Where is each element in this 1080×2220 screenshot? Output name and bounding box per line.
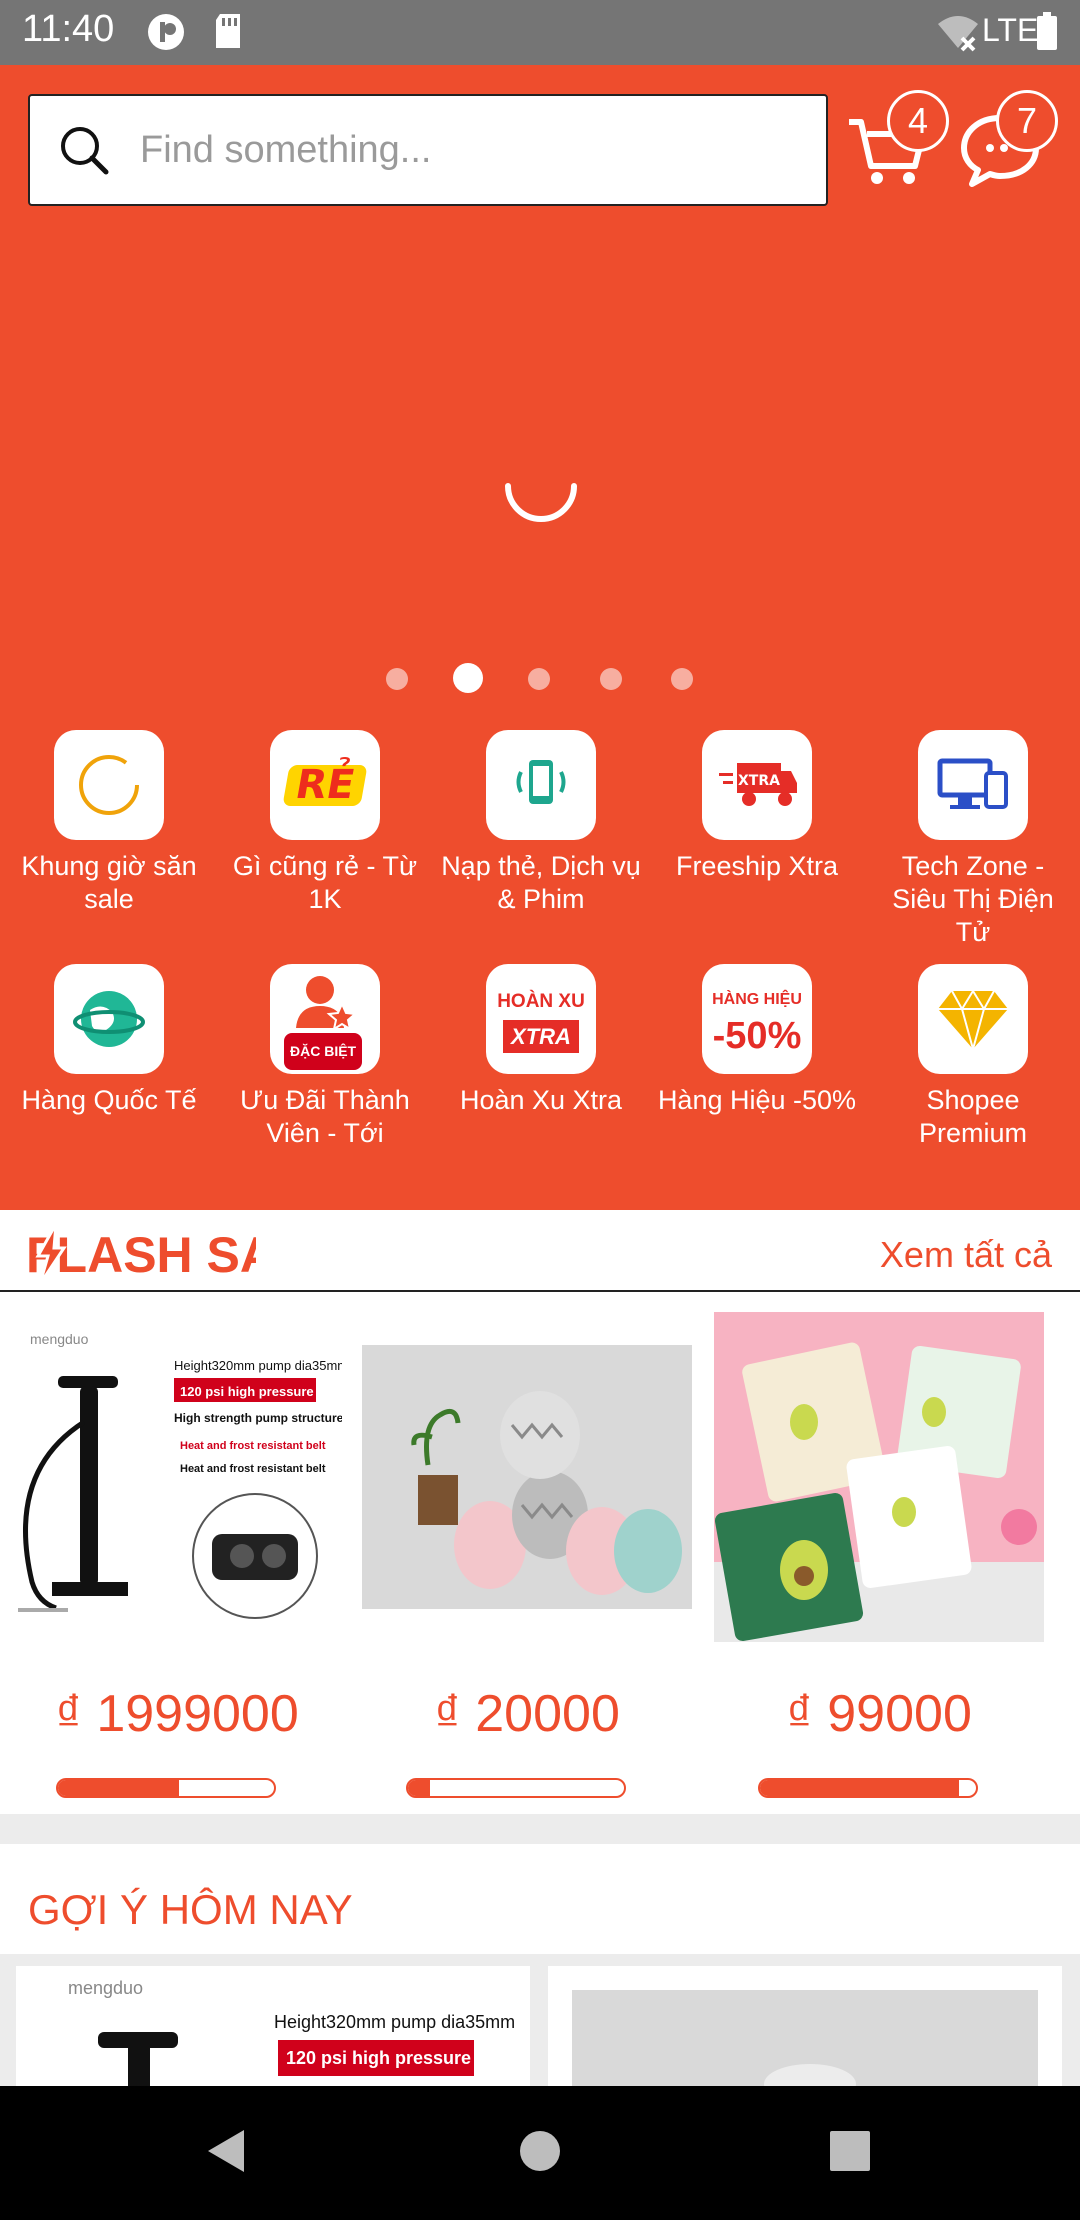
suggested-product-card[interactable]: mengduo Height320mm pump dia35mm 120 psi… [16, 1966, 530, 2086]
category-brand-discount[interactable]: HÀNG HIỆU -50% Hàng Hiệu -50% [657, 964, 857, 1117]
coin-back-icon: HOÀN XU XTRA [486, 964, 596, 1074]
notebooks-image [714, 1312, 1044, 1642]
wifi-off-icon [936, 12, 980, 57]
flash-sale-products: mengduo Height320mm pump dia35mm 120 psi… [0, 1294, 1080, 1814]
sd-card-icon [212, 12, 244, 55]
sold-progress-bar [56, 1778, 276, 1798]
battery-icon [1036, 12, 1058, 57]
category-label: Gì cũng rẻ - Từ 1K [232, 851, 418, 914]
category-label: Khung giờ săn sale [21, 851, 197, 914]
globe-icon [54, 964, 164, 1074]
category-label: Hàng Hiệu -50% [657, 1085, 857, 1115]
app-notification-icon [146, 12, 186, 57]
banner-dot-active[interactable] [453, 663, 483, 693]
home-icon [520, 2131, 560, 2171]
category-label: Nạp thẻ, Dịch vụ & Phim [441, 851, 641, 914]
back-icon [208, 2130, 244, 2172]
product-price: ₫ 99000 [786, 1685, 972, 1743]
category-cheap[interactable]: RẺ Gì cũng rẻ - Từ 1K [225, 730, 425, 916]
svg-text:mengduo: mengduo [30, 1331, 89, 1347]
banner-loading-spinner [498, 443, 584, 534]
banner-dot[interactable] [386, 668, 408, 690]
svg-text:Heat and frost resistant belt: Heat and frost resistant belt [180, 1463, 326, 1475]
svg-text:Heat and frost resistant belt: Heat and frost resistant belt [180, 1440, 326, 1452]
svg-text:Height320mm pump dia35mm: Height320mm pump dia35mm [174, 1358, 342, 1373]
category-label: Hoàn Xu Xtra [459, 1085, 623, 1115]
chat-count-badge: 7 [996, 90, 1058, 152]
banner-dot[interactable] [528, 668, 550, 690]
truck-icon: XTRA [702, 730, 812, 840]
svg-text:120 psi high pressure: 120 psi high pressure [286, 2048, 471, 2068]
section-divider [0, 1814, 1080, 1844]
recents-button[interactable] [828, 2126, 872, 2181]
category-international[interactable]: Hàng Quốc Tế [9, 964, 209, 1117]
home-header: Find something... 4 7 Khung giờ săn sale [0, 65, 1080, 1210]
suggested-product-card[interactable] [548, 1966, 1062, 2086]
home-button[interactable] [518, 2126, 562, 2181]
cart-button[interactable]: 4 [845, 90, 949, 195]
category-freeship[interactable]: XTRA Freeship Xtra [657, 730, 857, 883]
search-bar[interactable]: Find something... [28, 94, 828, 206]
category-member-deals[interactable]: ĐẶC BIỆT Ưu Đãi Thành Viên - Tới [225, 964, 425, 1150]
svg-text:mengduo: mengduo [68, 1978, 143, 1998]
search-placeholder: Find something... [140, 129, 432, 171]
category-premium[interactable]: Shopee Premium [873, 964, 1073, 1150]
daily-suggestions-title: GỢI Ý HÔM NAY [28, 1886, 353, 1933]
flash-sale-header: FLASH SALE Xem tất cả [0, 1210, 1080, 1292]
category-tech-zone[interactable]: Tech Zone - Siêu Thị Điện Tử [873, 730, 1073, 949]
flash-sale-logo: FLASH SALE [26, 1223, 340, 1289]
bike-pump-image: mengduo Height320mm pump dia35mm 120 psi… [12, 1312, 342, 1642]
cart-count-badge: 4 [887, 90, 949, 152]
diamond-icon [918, 964, 1028, 1074]
re-badge-icon: RẺ [270, 730, 380, 840]
bike-pump-image: mengduo Height320mm pump dia35mm 120 psi… [16, 1966, 530, 2086]
towels-image [362, 1345, 692, 1609]
daily-suggestions-grid: mengduo Height320mm pump dia35mm 120 psi… [0, 1954, 1080, 2086]
brand-discount-icon: HÀNG HIỆU -50% [702, 964, 812, 1074]
daily-suggestions-header: GỢI Ý HÔM NAY [0, 1844, 1080, 1954]
svg-text:120 psi high pressure: 120 psi high pressure [180, 1384, 314, 1399]
svg-text:XTRA: XTRA [738, 773, 780, 789]
svg-text:High strength pump structure: High strength pump structure [174, 1411, 342, 1425]
back-button[interactable] [204, 2126, 248, 2181]
banner-pagination [0, 663, 1080, 693]
category-coin-back[interactable]: HOÀN XU XTRA Hoàn Xu Xtra [441, 964, 641, 1117]
category-topup[interactable]: Nạp thẻ, Dịch vụ & Phim [441, 730, 641, 916]
product-price: ₫ 1999000 [55, 1685, 299, 1743]
status-bar: 11:40 LTE [0, 0, 1080, 65]
flash-product-card[interactable]: ₫ 20000 [362, 1312, 692, 1798]
category-label: Ưu Đãi Thành Viên - Tới [240, 1085, 410, 1148]
member-icon: ĐẶC BIỆT [270, 964, 380, 1074]
product-price: ₫ 20000 [434, 1685, 620, 1743]
clock: 11:40 [22, 8, 115, 50]
category-flash-hours[interactable]: Khung giờ săn sale [9, 730, 209, 916]
clock-icon [54, 730, 164, 840]
category-label: Tech Zone - Siêu Thị Điện Tử [892, 851, 1054, 947]
flash-product-card[interactable]: ₫ 99000 [714, 1312, 1044, 1798]
chat-button[interactable]: 7 [960, 90, 1058, 195]
network-type: LTE [982, 12, 1039, 48]
category-label: Freeship Xtra [675, 851, 839, 881]
see-all-link[interactable]: Xem tất cả [880, 1234, 1052, 1276]
sold-progress-bar [406, 1778, 626, 1798]
category-label: Shopee Premium [918, 1085, 1027, 1148]
search-icon [58, 124, 110, 181]
recents-icon [830, 2131, 870, 2171]
system-nav-bar [0, 2086, 1080, 2220]
phone-topup-icon [486, 730, 596, 840]
category-label: Hàng Quốc Tế [21, 1085, 197, 1115]
sold-progress-bar [758, 1778, 978, 1798]
flash-product-card[interactable]: mengduo Height320mm pump dia35mm 120 psi… [12, 1312, 342, 1798]
towels-image [548, 1966, 1062, 2086]
banner-dot[interactable] [600, 668, 622, 690]
banner-dot[interactable] [671, 668, 693, 690]
svg-text:Height320mm pump dia35mm: Height320mm pump dia35mm [274, 2012, 515, 2032]
devices-icon [918, 730, 1028, 840]
